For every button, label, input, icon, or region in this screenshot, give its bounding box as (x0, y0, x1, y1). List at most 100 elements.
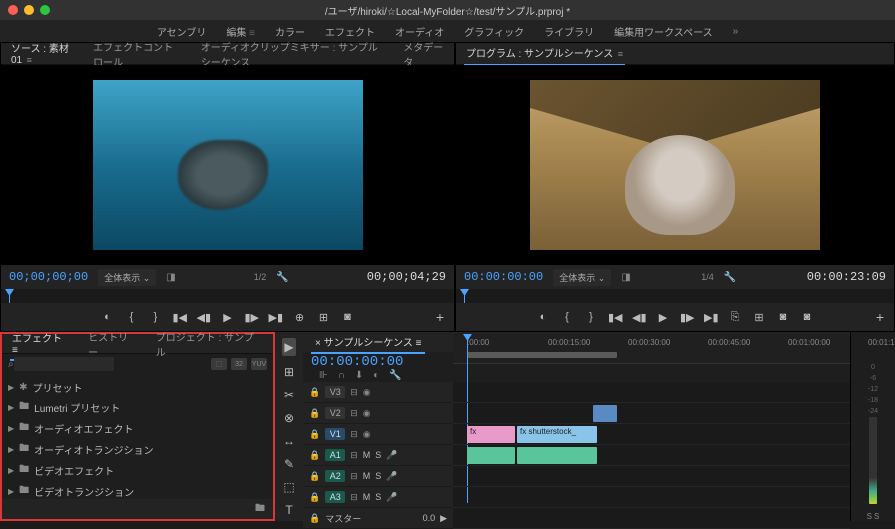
panel-menu-icon[interactable]: ≡ (615, 49, 623, 59)
overwrite-icon[interactable]: ⊞ (317, 311, 331, 324)
tree-item-presets[interactable]: ▶✱プリセット (8, 378, 267, 397)
program-out-timecode[interactable]: 00:00:23:09 (807, 270, 886, 284)
razor-tool[interactable]: ⊗ (284, 411, 294, 425)
track-a3[interactable]: 🔒A3⊟MS🎤 (303, 487, 453, 508)
source-preview[interactable] (1, 65, 454, 265)
clip-a1-2[interactable] (517, 447, 597, 464)
source-in-timecode[interactable]: 00;00;00;00 (9, 270, 88, 284)
lock-icon[interactable]: 🔒 (309, 408, 320, 419)
tree-item-audio-fx[interactable]: ▶🖿オーディオエフェクト (8, 418, 267, 439)
new-bin-icon[interactable]: 🖿 (255, 501, 265, 518)
32bit-badge[interactable]: 32 (231, 358, 247, 370)
lock-icon[interactable]: 🔒 (309, 513, 320, 524)
mark-out-icon[interactable]: } (584, 311, 598, 323)
panel-menu-icon[interactable]: ≡ (24, 55, 32, 65)
source-resolution[interactable]: 1/2 (254, 272, 267, 282)
track-select-tool[interactable]: ⊞ (284, 365, 294, 379)
ws-editws[interactable]: 編集用ワークスペース (614, 24, 713, 39)
goto-out-icon[interactable]: ▶▮ (269, 311, 283, 324)
lock-icon[interactable]: 🔒 (309, 387, 320, 398)
comparison-icon[interactable]: ◙ (800, 311, 814, 323)
ws-graphics[interactable]: グラフィック (464, 24, 524, 39)
clip-v1-pink[interactable]: fx (467, 426, 515, 443)
toggle-output-icon[interactable]: ⊟ (350, 450, 358, 461)
timeline-timecode[interactable]: 00:00:00:00 (311, 354, 410, 370)
tree-item-audio-trans[interactable]: ▶🖿オーディオトランジション (8, 439, 267, 460)
slip-tool[interactable]: ↔ (283, 434, 295, 448)
program-zoom-select[interactable]: 全体表示 ⌄ (553, 269, 611, 286)
step-back-icon[interactable]: ◀▮ (632, 311, 646, 324)
step-back-icon[interactable]: ◀▮ (197, 311, 211, 324)
track-v2[interactable]: 🔒V2⊟◉ (303, 403, 453, 424)
toggle-output-icon[interactable]: ⊟ (350, 408, 358, 419)
program-playhead[interactable] (464, 289, 465, 303)
insert-icon[interactable]: ⊕ (293, 311, 307, 324)
program-scrubber[interactable] (456, 289, 894, 303)
pen-tool[interactable]: ✎ (284, 457, 294, 471)
lock-icon[interactable]: 🔒 (309, 471, 320, 482)
export-frame-icon[interactable]: ◙ (776, 311, 790, 323)
clip-v2[interactable] (593, 405, 617, 422)
mic-icon[interactable]: 🎤 (386, 471, 397, 482)
solo-left[interactable]: S (867, 512, 872, 521)
ws-overflow-icon[interactable]: » (733, 26, 739, 37)
lock-icon[interactable]: 🔒 (309, 429, 320, 440)
track-a2[interactable]: 🔒A2⊟MS🎤 (303, 466, 453, 487)
lock-icon[interactable]: 🔒 (309, 492, 320, 503)
mark-in-icon[interactable]: { (125, 311, 139, 323)
clip-a1-1[interactable] (467, 447, 515, 464)
settings-icon[interactable]: 🔧 (724, 272, 736, 283)
ws-library[interactable]: ライブラリ (544, 24, 594, 39)
time-ruler[interactable]: :00:00 00:00:15:00 00:00:30:00 00:00:45:… (453, 334, 850, 364)
mark-out-icon[interactable]: } (149, 311, 163, 323)
ripple-tool[interactable]: ✂ (284, 388, 294, 402)
track-master[interactable]: 🔒マスター0.0▶ (303, 508, 453, 529)
track-a1[interactable]: 🔒A1⊟MS🎤 (303, 445, 453, 466)
track-v1[interactable]: 🔒V1⊟◉ (303, 424, 453, 445)
work-area-bar[interactable] (467, 352, 617, 358)
goto-out-icon[interactable]: ▶▮ (704, 311, 718, 324)
mic-icon[interactable]: 🎤 (386, 450, 397, 461)
toggle-output-icon[interactable]: ⊟ (350, 429, 358, 440)
mic-icon[interactable]: 🎤 (386, 492, 397, 503)
tree-item-lumetri[interactable]: ▶🖿Lumetri プリセット (8, 397, 267, 418)
extract-icon[interactable]: ⊞ (752, 311, 766, 324)
goto-in-icon[interactable]: ▮◀ (173, 311, 187, 324)
play-icon[interactable]: ▶ (221, 311, 235, 324)
program-resolution[interactable]: 1/4 (701, 272, 714, 282)
button-editor-icon[interactable]: + (876, 309, 884, 325)
zoom-lock-icon[interactable]: ◨ (166, 272, 175, 283)
mark-in-icon[interactable]: { (560, 311, 574, 323)
eye-icon[interactable]: ◉ (363, 387, 371, 398)
track-v3[interactable]: 🔒V3⊟◉ (303, 382, 453, 403)
timeline-tab[interactable]: × サンプルシーケンス ≡ (311, 331, 425, 354)
toggle-output-icon[interactable]: ⊟ (350, 471, 358, 482)
source-scrubber[interactable] (1, 289, 454, 303)
tab-project[interactable]: プロジェクト : サンプル (154, 326, 265, 362)
selection-tool[interactable]: ▶ (282, 338, 295, 356)
button-editor-icon[interactable]: + (436, 309, 444, 325)
settings-icon[interactable]: 🔧 (276, 272, 288, 283)
lift-icon[interactable]: ⎘ (728, 311, 742, 324)
tab-effects[interactable]: エフェクト ≡ (10, 327, 72, 361)
zoom-lock-icon[interactable]: ◨ (621, 272, 630, 283)
toggle-output-icon[interactable]: ⊟ (350, 492, 358, 503)
marker-icon[interactable]: ◐ (101, 311, 115, 323)
solo-right[interactable]: S (874, 512, 879, 521)
source-playhead[interactable] (9, 289, 10, 303)
play-icon[interactable]: ▶ (656, 311, 670, 324)
eye-icon[interactable]: ◉ (363, 429, 371, 440)
yuv-badge[interactable]: YUV (251, 358, 267, 370)
expand-icon[interactable]: ▶ (440, 513, 447, 524)
program-in-timecode[interactable]: 00:00:00:00 (464, 270, 543, 284)
source-out-timecode[interactable]: 00;00;04;29 (367, 270, 446, 284)
clip-v1-blue[interactable]: fx shutterstock_ (517, 426, 597, 443)
export-frame-icon[interactable]: ◙ (341, 311, 355, 323)
source-zoom-select[interactable]: 全体表示 ⌄ (98, 269, 156, 286)
lock-icon[interactable]: 🔒 (309, 450, 320, 461)
tree-item-video-fx[interactable]: ▶🖿ビデオエフェクト (8, 460, 267, 481)
type-tool[interactable]: T (285, 503, 292, 517)
step-fwd-icon[interactable]: ▮▶ (680, 311, 694, 324)
tab-program[interactable]: プログラム : サンプルシーケンス ≡ (464, 41, 625, 66)
effects-search-input[interactable] (14, 357, 114, 371)
